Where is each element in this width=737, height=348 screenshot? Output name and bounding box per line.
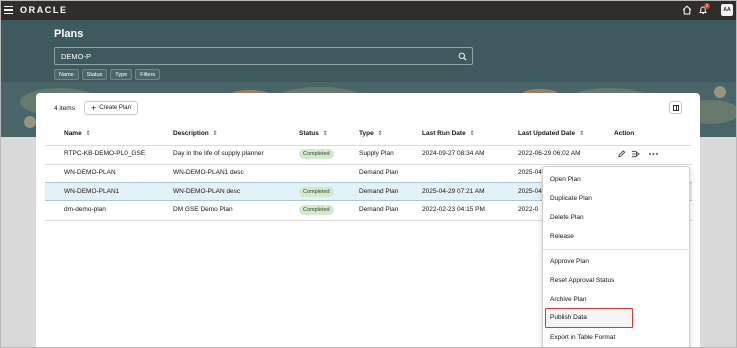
column-header-status[interactable]: Status ⇕ [299,130,328,137]
cell-last-updated-date: 2022-06-29 06:02 AM [518,150,581,157]
status-badge: Completed [299,149,334,159]
items-count: 4 items [54,104,75,112]
create-plan-button[interactable]: + Create Plan [83,101,138,115]
cell-name[interactable]: dm-demo-plan [64,206,106,213]
menu-item-export-table-format[interactable]: Export in Table Format [543,328,691,347]
search-input[interactable]: DEMO-P [54,47,473,65]
page-title: Plans [54,28,84,40]
cell-last-run-date: 2025-04-29 07:21 AM [422,188,485,195]
menu-item-delete-plan[interactable]: Delete Plan [543,208,691,227]
menu-item-publish-data[interactable]: Publish Data [545,308,633,328]
more-actions-icon[interactable] [648,149,659,159]
table-toolbar: 4 items + Create Plan [54,101,138,115]
plus-icon: + [90,102,97,113]
menu-item-duplicate-plan[interactable]: Duplicate Plan [543,189,691,208]
table-row[interactable]: RTPC-KB-DEMO-PL0_GSE Day in the life of … [45,145,692,164]
cell-type: Demand Plan [359,169,399,176]
column-header-description[interactable]: Description ⇕ [173,130,218,137]
column-header-last-updated-date[interactable]: Last Updated Date ⇕ [518,130,584,137]
top-navigation-bar: ORACLE 2 AA [0,0,737,20]
search-icon[interactable] [458,52,467,61]
cell-name[interactable]: WN-DEMO-PLAN [64,169,116,176]
edit-pencil-icon[interactable] [617,149,626,159]
menu-item-approve-plan[interactable]: Approve Plan [543,252,691,271]
cell-last-updated-date: 2022-0 [518,206,539,213]
menu-item-reset-approval-status[interactable]: Reset Approval Status [543,271,691,290]
sort-icon[interactable]: ⇕ [378,130,383,137]
cell-description: Day in the life of supply planner [173,150,264,157]
menu-item-open-plan[interactable]: Open Plan [543,170,691,189]
filter-chip-status[interactable]: Status [81,69,108,80]
filter-chip-filters[interactable]: Filters [135,69,161,80]
column-header-label: Last Run Date [422,130,466,137]
search-input-value[interactable]: DEMO-P [61,52,91,61]
create-plan-label: Create Plan [99,105,131,111]
filter-chips: Name Status Type Filters [54,69,161,80]
filter-chip-name[interactable]: Name [54,69,79,80]
table-header-row: Name ⇕ Description ⇕ Status ⇕ Type ⇕ Last Ru… [45,125,692,145]
column-header-label: Description [173,130,209,137]
menu-item-archive-plan[interactable]: Archive Plan [543,290,691,309]
menu-separator [543,249,691,250]
column-header-label: Status [299,130,319,137]
home-icon[interactable] [682,5,692,15]
column-header-label: Name [64,130,82,137]
panel-layout-icon [673,105,679,111]
sort-icon[interactable]: ⇕ [323,130,328,137]
cell-description: DM GSE Demo Plan [173,206,233,213]
cell-type: Demand Plan [359,188,399,195]
panel-toggle-button[interactable] [669,101,682,114]
cell-name[interactable]: WN-DEMO-PLAN1 [64,188,119,195]
sort-icon[interactable]: ⇕ [213,130,218,137]
column-header-type[interactable]: Type ⇕ [359,130,383,137]
column-header-action: Action [614,130,634,137]
cell-last-run-date: 2024-09-27 08:34 AM [422,150,485,157]
cell-last-run-date: 2022-02-23 04:15 PM [422,206,485,213]
status-badge: Completed [299,205,334,215]
menu-item-release[interactable]: Release [543,227,691,246]
column-header-last-run-date[interactable]: Last Run Date ⇕ [422,130,475,137]
sort-icon[interactable]: ⇕ [86,130,91,137]
row-actions-menu: Open Plan Duplicate Plan Delete Plan Rel… [542,166,691,348]
filter-chip-type[interactable]: Type [110,69,133,80]
notification-count-badge: 2 [704,3,710,9]
cell-last-updated-date: 2025-04 [518,169,542,176]
hamburger-menu-icon[interactable] [4,6,13,14]
cell-name[interactable]: RTPC-KB-DEMO-PL0_GSE [64,150,145,157]
oracle-logo[interactable]: ORACLE [20,5,68,15]
cell-last-updated-date: 2025-04 [518,188,542,195]
sort-icon[interactable]: ⇕ [579,130,584,137]
column-header-name[interactable]: Name ⇕ [64,130,91,137]
sort-icon[interactable]: ⇕ [470,130,475,137]
column-header-label: Action [614,130,635,137]
cell-description: WN-DEMO-PLAN1 desc [173,169,244,176]
column-header-label: Last Updated Date [518,130,576,137]
cell-type: Supply Plan [359,150,394,157]
cell-type: Demand Plan [359,206,399,213]
status-badge: Completed [299,187,334,197]
user-avatar[interactable]: AA [721,4,733,16]
cell-description: WN-DEMO-PLAN desc [173,188,241,195]
column-header-label: Type [359,130,374,137]
run-plan-icon[interactable] [631,149,640,159]
